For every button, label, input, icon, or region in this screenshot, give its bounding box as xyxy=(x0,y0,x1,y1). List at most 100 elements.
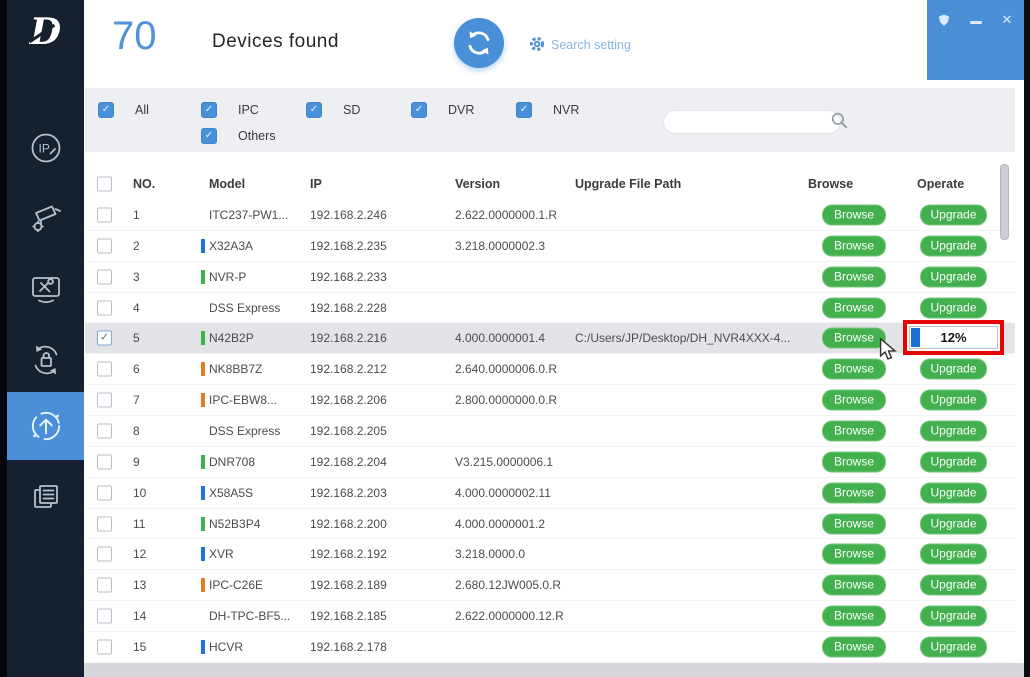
row-checkbox[interactable]: ✓ xyxy=(97,577,112,593)
sidebar-item-security[interactable] xyxy=(7,340,84,380)
column-header-version: Version xyxy=(455,177,501,191)
row-model: DH-TPC-BF5... xyxy=(209,609,291,624)
filter-checkbox-dvr[interactable]: ✓ DVR xyxy=(411,102,474,118)
browse-button[interactable]: Browse xyxy=(822,543,886,565)
browse-button[interactable]: Browse xyxy=(822,636,886,658)
table-row[interactable]: ✓ 1 ITC237-PW1... 192.168.2.246 2.622.00… xyxy=(85,200,1015,231)
table-row[interactable]: ✓ 12 XVR 192.168.2.192 3.218.0000.0 Brow… xyxy=(85,539,1015,571)
filter-checkbox-ipc[interactable]: ✓ IPC xyxy=(201,102,259,118)
minimize-icon[interactable] xyxy=(969,13,983,27)
shield-icon[interactable] xyxy=(937,13,951,27)
table-row[interactable]: ✓ 13 IPC-C26E 192.168.2.189 2.680.12JW00… xyxy=(85,570,1015,602)
row-checkbox[interactable]: ✓ xyxy=(97,546,112,562)
filter-checkbox-all[interactable]: ✓ All xyxy=(98,102,149,118)
table-row[interactable]: ✓ 11 N52B3P4 192.168.2.200 4.000.0000001… xyxy=(85,509,1015,540)
row-checkbox[interactable]: ✓ xyxy=(97,485,112,501)
upgrade-button[interactable]: Upgrade xyxy=(920,451,987,473)
row-number: 14 xyxy=(133,609,147,624)
table-row[interactable]: ✓ 4 DSS Express 192.168.2.228 Browse Upg… xyxy=(85,293,1015,324)
browse-button[interactable]: Browse xyxy=(822,513,886,535)
refresh-button[interactable] xyxy=(454,18,504,68)
search-input[interactable] xyxy=(663,110,841,134)
upgrade-button[interactable]: Upgrade xyxy=(920,297,987,318)
gear-icon[interactable] xyxy=(529,36,545,52)
search-magnifier-icon[interactable] xyxy=(830,111,848,134)
browse-button[interactable]: Browse xyxy=(822,235,886,257)
upgrade-button[interactable]: Upgrade xyxy=(920,513,987,535)
row-checkbox[interactable]: ✓ xyxy=(97,423,112,439)
browse-button[interactable]: Browse xyxy=(822,204,886,226)
table-row[interactable]: ✓ 14 DH-TPC-BF5... 192.168.2.185 2.622.0… xyxy=(85,601,1015,633)
select-all-checkbox[interactable]: ✓ xyxy=(97,176,112,192)
table-row[interactable]: ✓ 8 DSS Express 192.168.2.205 Browse Upg… xyxy=(85,416,1015,447)
row-checkbox[interactable]: ✓ xyxy=(97,300,112,315)
row-checkbox[interactable]: ✓ xyxy=(97,454,112,470)
checkbox-checked-icon[interactable]: ✓ xyxy=(201,102,217,118)
upgrade-button[interactable]: Upgrade xyxy=(920,420,987,442)
row-number: 3 xyxy=(133,269,140,284)
scrollbar-thumb[interactable] xyxy=(1000,164,1009,240)
row-checkbox[interactable]: ✓ xyxy=(97,207,112,223)
row-checkbox[interactable]: ✓ xyxy=(97,269,112,285)
browse-button[interactable]: Browse xyxy=(822,482,886,504)
table-row[interactable]: ✓ 2 X32A3A 192.168.2.235 3.218.0000002.3… xyxy=(85,231,1015,262)
browse-button[interactable]: Browse xyxy=(822,420,886,442)
upgrade-button[interactable]: Upgrade xyxy=(920,574,987,596)
upgrade-button[interactable]: Upgrade xyxy=(920,266,987,288)
browse-button[interactable]: Browse xyxy=(822,327,886,349)
table-row[interactable]: ✓ 7 IPC-EBW8... 192.168.2.206 2.800.0000… xyxy=(85,385,1015,417)
row-checkbox[interactable]: ✓ xyxy=(97,608,112,624)
checkbox-checked-icon[interactable]: ✓ xyxy=(411,102,427,118)
row-checkbox[interactable]: ✓ xyxy=(97,330,112,346)
upgrade-button[interactable]: Upgrade xyxy=(920,358,987,380)
device-type-bar xyxy=(201,331,205,346)
close-icon[interactable]: ✕ xyxy=(1000,12,1014,27)
upgrade-button[interactable]: Upgrade xyxy=(920,636,987,658)
checkbox-checked-icon[interactable]: ✓ xyxy=(516,102,532,118)
upgrade-button[interactable]: Upgrade xyxy=(920,605,987,627)
upgrade-progress-bar: 12% xyxy=(909,326,998,350)
upgrade-button[interactable]: Upgrade xyxy=(920,482,987,504)
row-ip: 192.168.2.192 xyxy=(310,547,387,562)
table-row[interactable]: ✓ 9 DNR708 192.168.2.204 V3.215.0000006.… xyxy=(85,447,1015,478)
filter-checkbox-others[interactable]: ✓ Others xyxy=(201,128,276,144)
upgrade-button[interactable]: Upgrade xyxy=(920,543,987,565)
upgrade-button[interactable]: Upgrade xyxy=(920,204,987,226)
browse-button[interactable]: Browse xyxy=(822,266,886,288)
browse-button[interactable]: Browse xyxy=(822,451,886,473)
upgrade-button[interactable]: Upgrade xyxy=(920,235,987,257)
row-number: 15 xyxy=(133,639,147,654)
sidebar-item-camera-config[interactable] xyxy=(7,197,84,237)
sidebar xyxy=(7,0,84,677)
table-row[interactable]: ✓ 15 HCVR 192.168.2.178 Browse Upgrade xyxy=(85,632,1015,663)
row-model: XVR xyxy=(209,547,234,562)
row-checkbox[interactable]: ✓ xyxy=(97,516,112,532)
browse-button[interactable]: Browse xyxy=(822,389,886,411)
browse-button[interactable]: Browse xyxy=(822,297,886,318)
upgrade-button[interactable]: Upgrade xyxy=(920,389,987,411)
table-row[interactable]: ✓ 3 NVR-P 192.168.2.233 Browse Upgrade xyxy=(85,262,1015,293)
row-model: N52B3P4 xyxy=(209,516,261,531)
browse-button[interactable]: Browse xyxy=(822,605,886,627)
sidebar-item-upgrade[interactable] xyxy=(7,392,84,460)
row-checkbox[interactable]: ✓ xyxy=(97,392,112,408)
checkbox-checked-icon[interactable]: ✓ xyxy=(98,102,114,118)
row-checkbox[interactable]: ✓ xyxy=(97,361,112,377)
sidebar-item-device-list[interactable] xyxy=(7,477,84,517)
filter-checkbox-sd[interactable]: ✓ SD xyxy=(306,102,360,118)
row-checkbox[interactable]: ✓ xyxy=(97,639,112,655)
progress-percent: 12% xyxy=(940,330,967,346)
filter-checkbox-nvr[interactable]: ✓ NVR xyxy=(516,102,579,118)
table-row[interactable]: ✓ 5 N42B2P 192.168.2.216 4.000.0000001.4… xyxy=(85,320,1015,356)
checkbox-checked-icon[interactable]: ✓ xyxy=(306,102,322,118)
browse-button[interactable]: Browse xyxy=(822,574,886,596)
table-row[interactable]: ✓ 10 X58A5S 192.168.2.203 4.000.0000002.… xyxy=(85,478,1015,509)
checkbox-checked-icon[interactable]: ✓ xyxy=(201,128,217,144)
sidebar-item-ip-config[interactable]: IP xyxy=(7,128,84,168)
filter-label: SD xyxy=(343,103,361,117)
browse-button[interactable]: Browse xyxy=(822,358,886,380)
row-checkbox[interactable]: ✓ xyxy=(97,238,112,254)
sidebar-item-device-tools[interactable] xyxy=(7,270,84,310)
table-row[interactable]: ✓ 6 NK8BB7Z 192.168.2.212 2.640.0000006.… xyxy=(85,354,1015,386)
search-setting-link[interactable]: Search setting xyxy=(551,38,631,52)
